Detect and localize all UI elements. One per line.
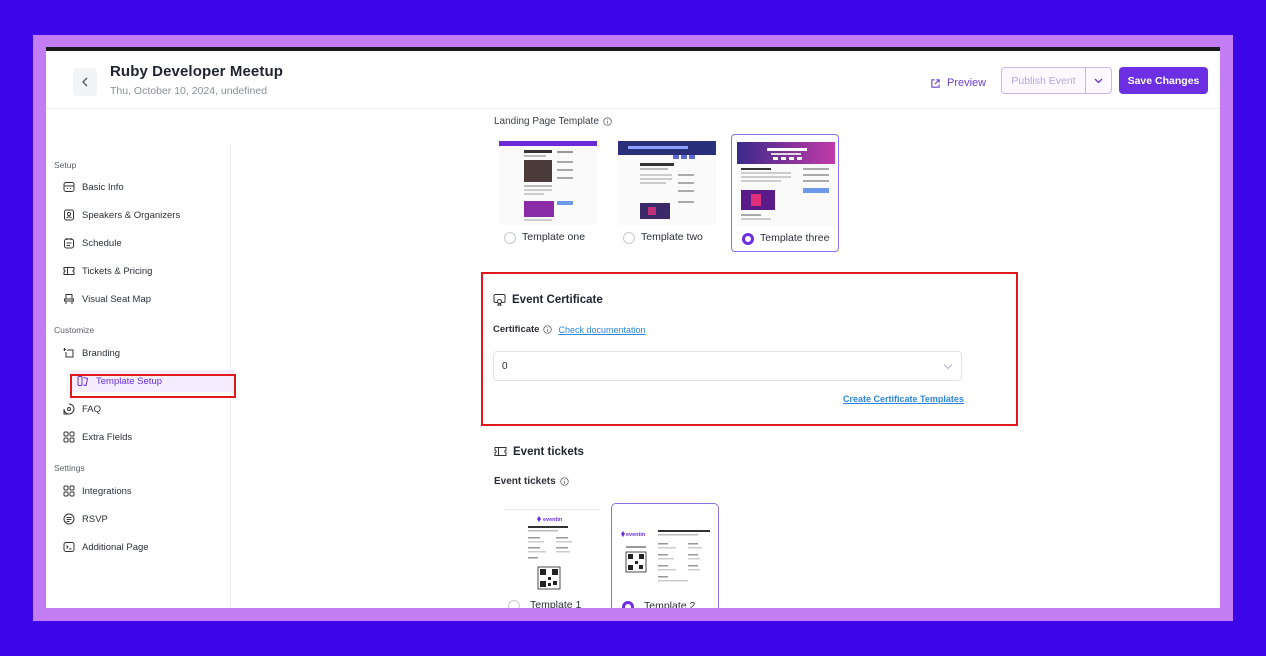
basic-info-icon: [63, 182, 75, 192]
landing-template-three-radio[interactable]: [742, 233, 754, 245]
info-icon: [560, 477, 569, 486]
ticket-template-2[interactable]: eventin Template 2: [611, 503, 719, 608]
speakers-icon: [64, 209, 74, 221]
landing-page-template-label: Landing Page Template: [494, 116, 612, 127]
landing-template-three-preview: [737, 142, 835, 226]
save-changes-button[interactable]: Save Changes: [1119, 67, 1208, 94]
sidebar-item-tickets[interactable]: Tickets & Pricing: [63, 260, 218, 282]
landing-template-three[interactable]: Template three: [731, 134, 839, 252]
ticket-template-2-radio[interactable]: [622, 601, 634, 608]
sidebar-item-label: Branding: [82, 347, 121, 359]
screenshot-frame: Ruby Developer Meetup Thu, October 10, 2…: [33, 35, 1233, 621]
landing-template-one-preview: [499, 141, 597, 225]
landing-template-two-preview: [618, 141, 716, 225]
sidebar-item-speakers[interactable]: Speakers & Organizers: [63, 204, 218, 226]
landing-template-one-label: Template one: [522, 231, 586, 243]
info-icon: [603, 117, 612, 126]
ticket-template-2-brand: eventin: [626, 532, 646, 538]
sidebar-item-additional-page[interactable]: Additional Page: [63, 536, 218, 558]
sidebar-item-integrations[interactable]: Integrations: [63, 480, 218, 502]
sidebar-item-label: RSVP: [82, 513, 108, 525]
landing-template-two-radio[interactable]: [623, 232, 635, 244]
sidebar-item-rsvp[interactable]: RSVP: [63, 508, 218, 530]
ticket-template-2-label: Template 2: [644, 600, 696, 608]
landing-template-three-label: Template three: [760, 232, 830, 244]
rsvp-icon: [63, 513, 75, 525]
event-certificate-heading: Event Certificate: [493, 293, 603, 306]
additional-page-icon: [63, 542, 75, 552]
sidebar-item-label: Speakers & Organizers: [82, 209, 181, 221]
landing-template-two-label: Template two: [641, 231, 703, 243]
app-window: Ruby Developer Meetup Thu, October 10, 2…: [46, 47, 1220, 608]
certificate-label-text: Certificate: [493, 324, 540, 335]
event-tickets-title: Event tickets: [513, 445, 584, 458]
ticket-template-1-preview: eventin: [504, 509, 600, 593]
sidebar-item-faq[interactable]: FAQ: [63, 398, 218, 420]
check-documentation-link[interactable]: Check documentation: [558, 325, 645, 335]
sidebar-item-label: Basic Info: [82, 181, 124, 193]
landing-template-two[interactable]: Template two: [613, 134, 721, 252]
preview-link[interactable]: Preview: [930, 77, 986, 89]
sidebar-item-label: FAQ: [82, 403, 102, 415]
certificate-icon: [493, 294, 506, 306]
sidebar-item-branding[interactable]: Branding: [63, 342, 218, 364]
schedule-icon: [64, 238, 74, 249]
page-header: Ruby Developer Meetup Thu, October 10, 2…: [46, 51, 1220, 109]
info-icon: [543, 325, 553, 334]
branding-icon: [63, 348, 74, 358]
ticket-icon: [63, 267, 75, 275]
event-certificate-section: Event Certificate Certificate Check docu…: [481, 272, 1018, 426]
sidebar-item-seat-map[interactable]: Visual Seat Map: [63, 288, 218, 310]
sidebar-item-label: Additional Page: [82, 541, 149, 553]
event-title: Ruby Developer Meetup: [110, 63, 283, 80]
sidebar-section-settings: Settings: [54, 463, 85, 473]
sidebar-item-label: Tickets & Pricing: [82, 265, 153, 277]
sidebar-section-customize: Customize: [54, 325, 95, 335]
event-certificate-title: Event Certificate: [512, 293, 603, 306]
publish-dropdown-button[interactable]: [1085, 67, 1112, 94]
ticket-template-1-brand: eventin: [543, 517, 563, 523]
faq-icon: [63, 403, 75, 415]
back-button[interactable]: [73, 68, 97, 96]
certificate-select-value: 0: [502, 360, 508, 372]
highlight-box-template-setup: [70, 374, 236, 398]
chevron-left-icon: [82, 77, 88, 87]
certificate-field-label: Certificate Check documentation: [493, 324, 646, 335]
chevron-down-icon: [1094, 78, 1103, 83]
sidebar-item-extra-fields[interactable]: Extra Fields: [63, 426, 218, 448]
publish-event-button[interactable]: Publish Event: [1001, 67, 1086, 94]
ticket-template-1-label: Template 1: [530, 599, 582, 608]
sidebar-item-label: Extra Fields: [82, 431, 133, 443]
certificate-select[interactable]: 0: [493, 351, 962, 381]
ticket-icon: [494, 447, 507, 456]
event-tickets-heading: Event tickets: [494, 445, 584, 458]
sidebar-item-label: Integrations: [82, 485, 132, 497]
ticket-template-1[interactable]: eventin Template 1: [498, 503, 606, 608]
create-certificate-templates-link[interactable]: Create Certificate Templates: [843, 394, 964, 404]
ticket-template-2-preview: eventin: [618, 510, 714, 594]
seat-map-icon: [64, 294, 74, 304]
external-link-icon: [931, 78, 940, 88]
main-content: Landing Page Template Template one Templ…: [481, 109, 1024, 608]
landing-template-one[interactable]: Template one: [494, 134, 602, 252]
ticket-template-1-radio[interactable]: [508, 600, 520, 608]
integrations-icon: [63, 485, 75, 497]
extra-fields-icon: [63, 431, 75, 443]
sidebar-item-label: Visual Seat Map: [82, 293, 152, 305]
preview-label: Preview: [947, 77, 987, 89]
sidebar-item-basic-info[interactable]: Basic Info: [63, 176, 218, 198]
chevron-down-icon: [943, 364, 953, 370]
landing-template-one-radio[interactable]: [504, 232, 516, 244]
event-tickets-label-text: Event tickets: [494, 476, 556, 487]
event-date: Thu, October 10, 2024, undefined: [110, 85, 268, 97]
landing-page-template-text: Landing Page Template: [494, 116, 599, 127]
event-tickets-label: Event tickets: [494, 476, 569, 487]
sidebar-item-label: Schedule: [82, 237, 122, 249]
sidebar-section-setup: Setup: [54, 160, 77, 170]
sidebar-item-schedule[interactable]: Schedule: [63, 232, 218, 254]
